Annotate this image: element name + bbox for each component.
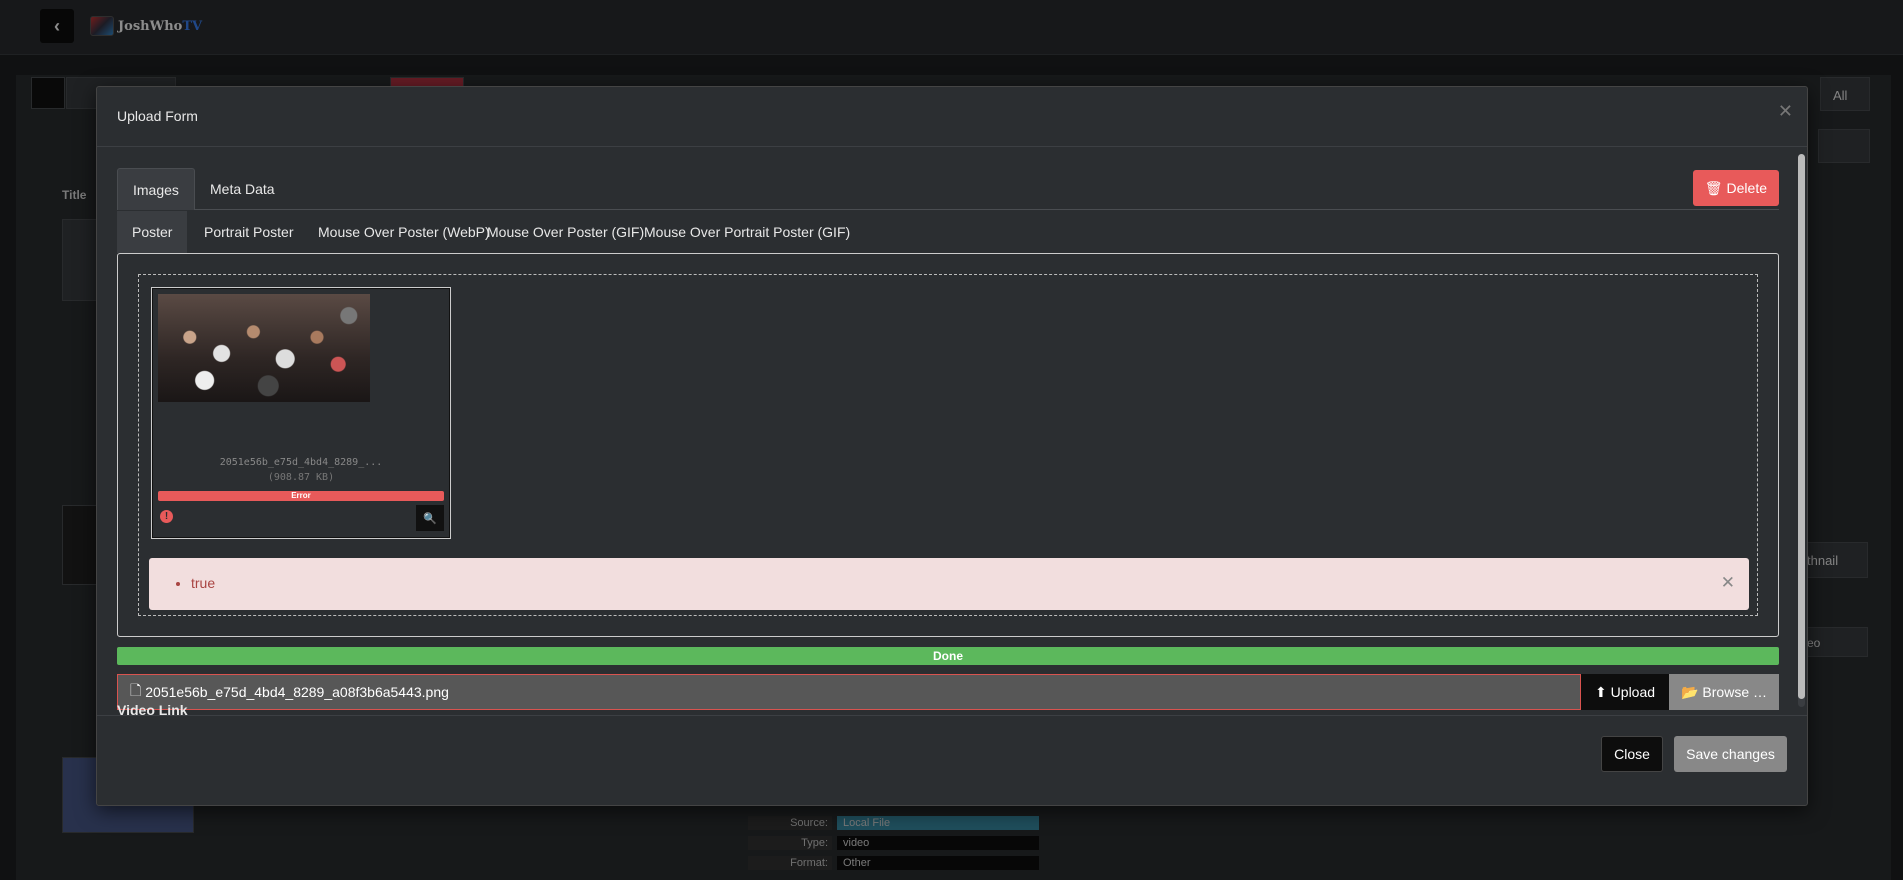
tab-mouse-over-portrait-poster-gif[interactable]: Mouse Over Portrait Poster (GIF) [629,211,865,253]
tab-label: Mouse Over Portrait Poster (GIF) [644,224,851,240]
tab-portrait-poster[interactable]: Portrait Poster [189,211,308,253]
modal-title: Upload Form [117,108,198,124]
delete-button-label: Delete [1726,180,1767,196]
file-name: 2051e56b_e75d_4bd4_8289_... [219,457,383,468]
progress-bar: Done [117,647,1779,665]
tab-images[interactable]: Images [117,168,195,210]
upload-controls: 🗋 2051e56b_e75d_4bd4_8289_a08f3b6a5443.p… [117,674,1779,710]
error-icon: ! [160,510,173,523]
browse-button-label: Browse … [1702,684,1767,700]
save-button-label: Save changes [1686,746,1775,762]
tab-poster[interactable]: Poster [117,211,188,253]
close-icon[interactable]: ✕ [1721,573,1735,593]
selected-file-name: 2051e56b_e75d_4bd4_8289_a08f3b6a5443.png [145,684,449,700]
scrollbar-thumb[interactable] [1798,154,1805,699]
tab-label: Mouse Over Poster (WebP) [318,224,490,240]
tab-label: Meta Data [210,181,275,197]
modal-body: Images Meta Data 🗑 Delete Poster Portrai… [97,148,1807,715]
alert-item: true [191,575,215,591]
tab-label: Images [133,181,179,198]
folder-open-icon: 📂 [1680,683,1699,700]
zoom-button[interactable]: 🔍 [416,505,444,531]
file-size: (908.87 KB) [267,472,335,483]
tab-label: Poster [132,224,173,240]
upload-icon: ⬆ [1594,683,1607,700]
upload-status-bar: Error [158,491,444,501]
close-icon[interactable]: ✕ [1778,101,1793,122]
image-thumbnail[interactable] [158,294,370,402]
file-dropzone[interactable]: 2051e56b_e75d_4bd4_8289_... (908.87 KB) … [138,274,1758,616]
file-input-field[interactable]: 🗋 2051e56b_e75d_4bd4_8289_a08f3b6a5443.p… [117,674,1581,710]
trash-icon: 🗑 [1704,179,1723,196]
tab-meta-data[interactable]: Meta Data [195,168,290,210]
modal-scrollbar[interactable] [1798,154,1805,707]
upload-button-label: Upload [1610,684,1656,700]
image-type-tabs: Poster Portrait Poster Mouse Over Poster… [117,211,1779,253]
save-changes-button[interactable]: Save changes [1674,736,1787,772]
video-link-label: Video Link [117,702,188,715]
modal-footer: Close Save changes [97,715,1807,807]
browse-button[interactable]: 📂 Browse … [1669,674,1779,710]
main-tabs: Images Meta Data [117,168,1779,210]
tab-label: Mouse Over Poster (GIF) [487,224,645,240]
modal-header: Upload Form ✕ [97,87,1807,147]
delete-button[interactable]: 🗑 Delete [1692,170,1779,206]
upload-button[interactable]: ⬆ Upload [1581,674,1669,710]
poster-tab-panel: 2051e56b_e75d_4bd4_8289_... (908.87 KB) … [117,253,1779,637]
progress-label: Done [933,649,963,663]
upload-form-modal: Upload Form ✕ Images Meta Data 🗑 Delete … [96,86,1808,806]
error-alert: true ✕ [149,558,1749,610]
zoom-in-icon: 🔍 [423,512,437,525]
upload-status-label: Error [291,491,311,500]
close-button-label: Close [1614,746,1650,762]
alert-list: true [191,575,215,591]
tab-label: Portrait Poster [204,224,294,240]
file-preview-card: 2051e56b_e75d_4bd4_8289_... (908.87 KB) … [151,287,451,539]
close-button[interactable]: Close [1601,736,1663,772]
file-icon: 🗋 [130,682,142,698]
